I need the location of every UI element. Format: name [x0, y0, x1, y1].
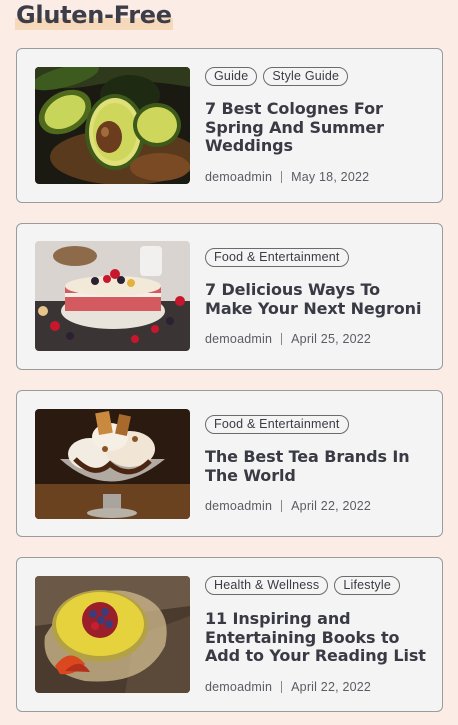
tag-guide[interactable]: Guide: [205, 67, 258, 86]
post-date: April 22, 2022: [291, 679, 372, 694]
post-card[interactable]: Health & Wellness Lifestyle 11 Inspiring…: [16, 557, 443, 712]
post-title[interactable]: 7 Delicious Ways To Make Your Next Negro…: [205, 280, 428, 318]
post-tags: Food & Entertainment: [205, 415, 428, 434]
post-date: April 22, 2022: [291, 499, 372, 514]
tag-food-entertainment[interactable]: Food & Entertainment: [205, 415, 349, 434]
post-author[interactable]: demoadmin: [205, 332, 272, 346]
tag-lifestyle[interactable]: Lifestyle: [334, 576, 400, 595]
post-author[interactable]: demoadmin: [205, 680, 272, 694]
post-thumbnail-avocado[interactable]: [35, 67, 190, 184]
post-meta: demoadmin April 22, 2022: [205, 680, 428, 694]
post-thumbnail-berry-cake[interactable]: [35, 241, 190, 351]
post-author[interactable]: demoadmin: [205, 499, 272, 513]
post-card[interactable]: Food & Entertainment The Best Tea Brands…: [16, 390, 443, 537]
post-card[interactable]: Guide Style Guide 7 Best Colognes For Sp…: [16, 48, 443, 203]
post-date: May 18, 2022: [291, 169, 370, 184]
post-title[interactable]: 11 Inspiring and Entertaining Books to A…: [205, 609, 428, 666]
meta-divider: [281, 333, 283, 346]
post-content: Guide Style Guide 7 Best Colognes For Sp…: [205, 67, 428, 184]
tag-style-guide[interactable]: Style Guide: [263, 67, 349, 86]
post-content: Food & Entertainment 7 Delicious Ways To…: [205, 248, 428, 346]
post-author[interactable]: demoadmin: [205, 170, 272, 184]
meta-divider: [281, 680, 283, 693]
post-date: April 25, 2022: [291, 332, 372, 347]
meta-divider: [281, 170, 283, 183]
post-title[interactable]: The Best Tea Brands In The World: [205, 447, 428, 485]
post-card[interactable]: Food & Entertainment 7 Delicious Ways To…: [16, 223, 443, 370]
post-thumbnail-fruit-tart[interactable]: [35, 576, 190, 693]
post-meta: demoadmin April 25, 2022: [205, 332, 428, 346]
post-tags: Health & Wellness Lifestyle: [205, 576, 428, 595]
post-content: Health & Wellness Lifestyle 11 Inspiring…: [205, 576, 428, 694]
post-meta: demoadmin April 22, 2022: [205, 499, 428, 513]
tag-health-wellness[interactable]: Health & Wellness: [205, 576, 329, 595]
post-thumbnail-ice-cream-sundae[interactable]: [35, 409, 190, 519]
post-tags: Food & Entertainment: [205, 248, 428, 267]
post-meta: demoadmin May 18, 2022: [205, 170, 428, 184]
section-title: Gluten-Free: [15, 1, 173, 30]
post-content: Food & Entertainment The Best Tea Brands…: [205, 415, 428, 513]
meta-divider: [281, 500, 283, 513]
post-title[interactable]: 7 Best Colognes For Spring And Summer We…: [205, 99, 428, 156]
tag-food-entertainment[interactable]: Food & Entertainment: [205, 248, 349, 267]
post-tags: Guide Style Guide: [205, 67, 428, 86]
